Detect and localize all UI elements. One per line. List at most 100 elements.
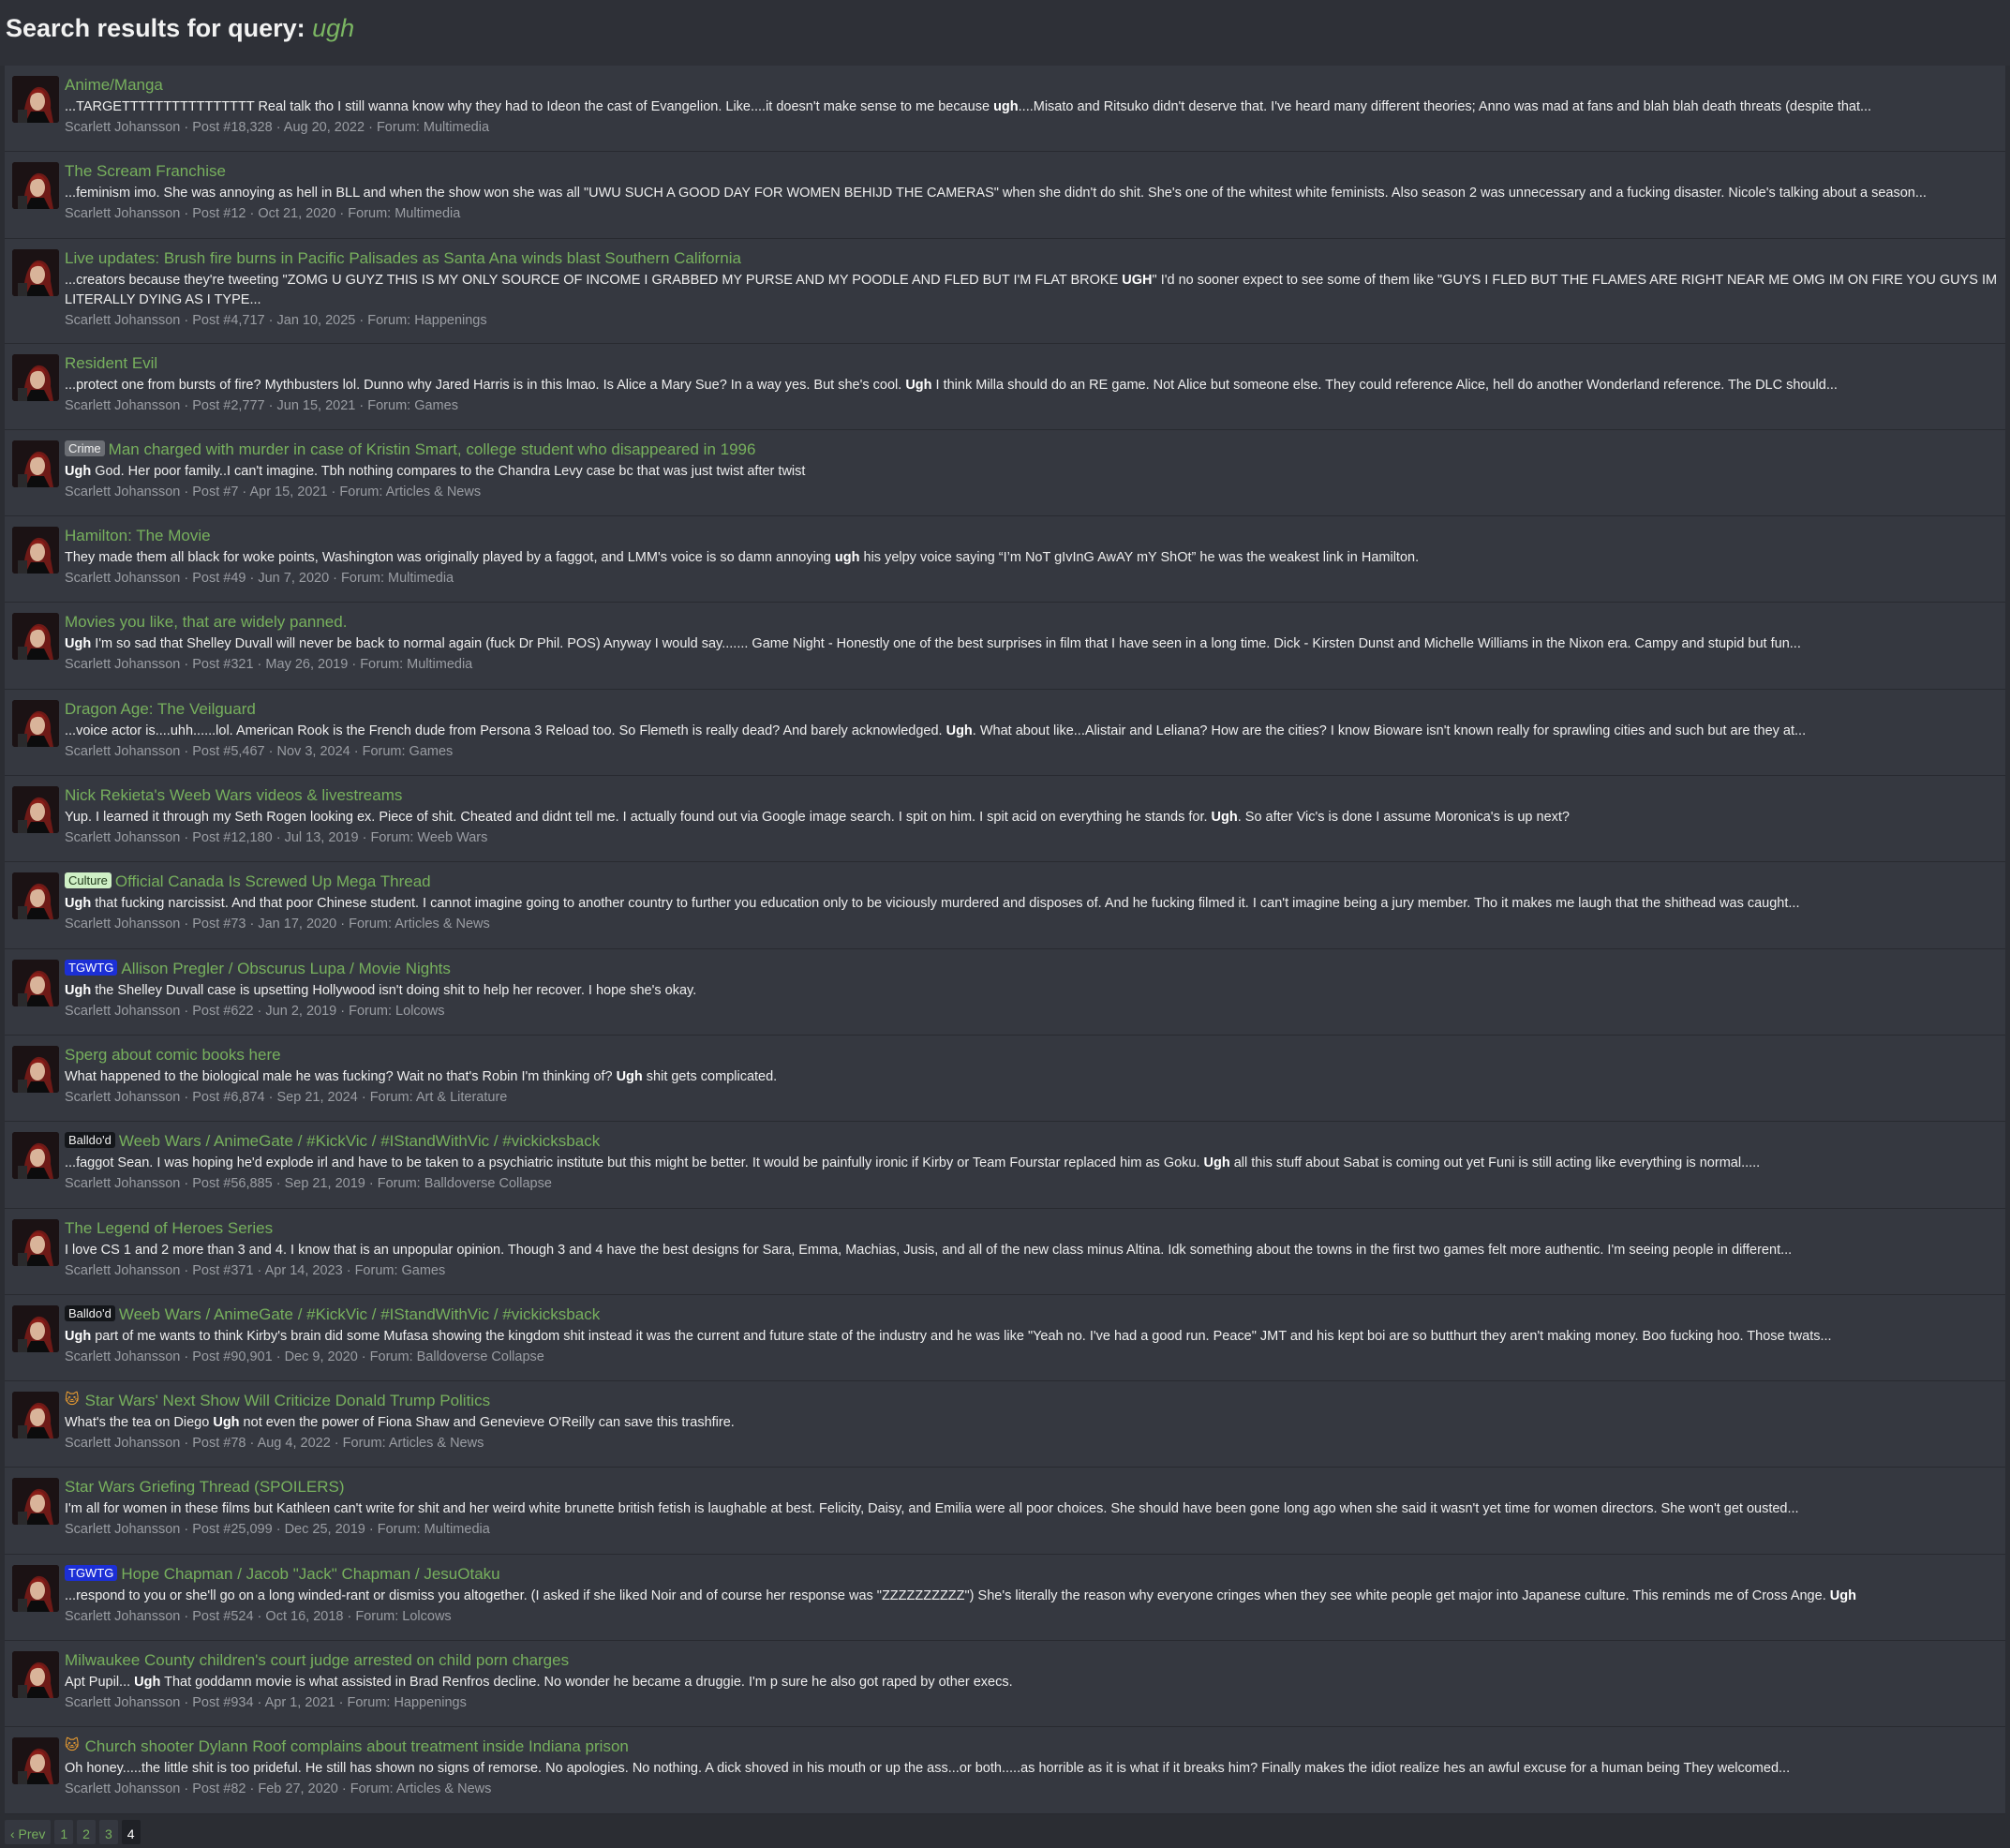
result-author-link[interactable]: Scarlett Johansson — [65, 1781, 180, 1796]
result-title-link[interactable]: Resident Evil — [65, 354, 157, 372]
result-post-number[interactable]: Post #49 — [192, 571, 246, 586]
user-avatar-icon[interactable] — [12, 1651, 59, 1699]
thread-prefix-label[interactable]: 🐱 — [65, 1392, 80, 1408]
result-date[interactable]: Jul 13, 2019 — [285, 830, 359, 845]
thread-prefix-label[interactable]: TGWTG — [65, 959, 118, 976]
result-post-number[interactable]: Post #25,099 — [192, 1522, 272, 1537]
result-post-number[interactable]: Post #622 — [192, 1004, 253, 1019]
user-avatar-icon[interactable] — [12, 613, 59, 661]
result-date[interactable]: Apr 14, 2023 — [265, 1263, 343, 1278]
result-title-link[interactable]: Star Wars Griefing Thread (SPOILERS) — [65, 1478, 345, 1496]
result-forum-link[interactable]: Forum: Games — [355, 1263, 446, 1278]
result-title-link[interactable]: Nick Rekieta's Weeb Wars videos & livest… — [65, 786, 402, 804]
user-avatar-icon[interactable] — [12, 527, 59, 574]
result-title-link[interactable]: The Scream Franchise — [65, 162, 226, 180]
result-author-link[interactable]: Scarlett Johansson — [65, 1349, 180, 1364]
result-date[interactable]: Nov 3, 2024 — [277, 744, 350, 759]
user-avatar-icon[interactable] — [12, 699, 59, 747]
result-post-number[interactable]: Post #73 — [192, 917, 246, 931]
result-forum-link[interactable]: Forum: Balldoverse Collapse — [378, 1176, 552, 1191]
page-button-2[interactable]: 2 — [77, 1819, 96, 1844]
result-title-link[interactable]: Official Canada Is Screwed Up Mega Threa… — [115, 872, 431, 890]
result-forum-link[interactable]: Forum: Multimedia — [360, 657, 472, 672]
result-title-link[interactable]: Allison Pregler / Obscurus Lupa / Movie … — [121, 960, 451, 977]
result-date[interactable]: Aug 20, 2022 — [284, 120, 365, 135]
thread-prefix-label[interactable]: TGWTG — [65, 1564, 118, 1581]
result-forum-link[interactable]: Forum: Lolcows — [349, 1004, 444, 1019]
result-forum-link[interactable]: Forum: Balldoverse Collapse — [370, 1349, 544, 1364]
result-forum-link[interactable]: Forum: Articles & News — [339, 484, 481, 499]
result-date[interactable]: Dec 25, 2019 — [285, 1522, 365, 1537]
result-date[interactable]: Jun 7, 2020 — [258, 571, 329, 586]
user-avatar-icon[interactable] — [12, 1132, 59, 1180]
result-title-link[interactable]: The Legend of Heroes Series — [65, 1219, 273, 1237]
result-post-number[interactable]: Post #90,901 — [192, 1349, 272, 1364]
result-author-link[interactable]: Scarlett Johansson — [65, 484, 180, 499]
thread-prefix-label[interactable]: Balldo'd — [65, 1132, 115, 1149]
result-date[interactable]: Jun 2, 2019 — [265, 1004, 336, 1019]
result-post-number[interactable]: Post #5,467 — [192, 744, 264, 759]
result-author-link[interactable]: Scarlett Johansson — [65, 1090, 180, 1105]
result-date[interactable]: Jun 15, 2021 — [277, 398, 356, 413]
user-avatar-icon[interactable] — [12, 1045, 59, 1093]
result-author-link[interactable]: Scarlett Johansson — [65, 830, 180, 845]
result-date[interactable]: Oct 21, 2020 — [258, 206, 335, 221]
page-button-1[interactable]: 1 — [54, 1819, 74, 1844]
result-post-number[interactable]: Post #6,874 — [192, 1090, 264, 1105]
result-author-link[interactable]: Scarlett Johansson — [65, 571, 180, 586]
result-author-link[interactable]: Scarlett Johansson — [65, 917, 180, 931]
result-post-number[interactable]: Post #934 — [192, 1695, 253, 1710]
result-post-number[interactable]: Post #4,717 — [192, 313, 264, 328]
result-date[interactable]: Oct 16, 2018 — [265, 1609, 343, 1624]
user-avatar-icon[interactable] — [12, 1478, 59, 1526]
user-avatar-icon[interactable] — [12, 1218, 59, 1266]
user-avatar-icon[interactable] — [12, 786, 59, 834]
user-avatar-icon[interactable] — [12, 76, 59, 123]
result-forum-link[interactable]: Forum: Lolcows — [355, 1609, 451, 1624]
user-avatar-icon[interactable] — [12, 248, 59, 296]
result-author-link[interactable]: Scarlett Johansson — [65, 120, 180, 135]
result-author-link[interactable]: Scarlett Johansson — [65, 1609, 180, 1624]
result-author-link[interactable]: Scarlett Johansson — [65, 657, 180, 672]
result-title-link[interactable]: Man charged with murder in case of Krist… — [109, 440, 756, 458]
user-avatar-icon[interactable] — [12, 162, 59, 210]
result-author-link[interactable]: Scarlett Johansson — [65, 1695, 180, 1710]
user-avatar-icon[interactable] — [12, 353, 59, 401]
result-title-link[interactable]: Weeb Wars / AnimeGate / #KickVic / #ISta… — [119, 1132, 600, 1150]
result-post-number[interactable]: Post #371 — [192, 1263, 253, 1278]
result-post-number[interactable]: Post #12,180 — [192, 830, 272, 845]
result-title-link[interactable]: Sperg about comic books here — [65, 1046, 281, 1064]
result-post-number[interactable]: Post #524 — [192, 1609, 253, 1624]
result-forum-link[interactable]: Forum: Games — [367, 398, 458, 413]
user-avatar-icon[interactable] — [12, 959, 59, 1006]
user-avatar-icon[interactable] — [12, 1564, 59, 1612]
result-author-link[interactable]: Scarlett Johansson — [65, 1436, 180, 1451]
result-date[interactable]: Sep 21, 2019 — [285, 1176, 365, 1191]
result-title-link[interactable]: Milwaukee County children's court judge … — [65, 1651, 569, 1669]
result-title-link[interactable]: Weeb Wars / AnimeGate / #KickVic / #ISta… — [119, 1305, 600, 1323]
result-post-number[interactable]: Post #78 — [192, 1436, 246, 1451]
result-post-number[interactable]: Post #12 — [192, 206, 246, 221]
user-avatar-icon[interactable] — [12, 1737, 59, 1785]
result-author-link[interactable]: Scarlett Johansson — [65, 1004, 180, 1019]
result-post-number[interactable]: Post #82 — [192, 1781, 246, 1796]
result-title-link[interactable]: Dragon Age: The Veilguard — [65, 700, 256, 718]
user-avatar-icon[interactable] — [12, 1304, 59, 1352]
thread-prefix-label[interactable]: Culture — [65, 872, 112, 889]
result-forum-link[interactable]: Forum: Articles & News — [350, 1781, 492, 1796]
result-forum-link[interactable]: Forum: Weeb Wars — [370, 830, 487, 845]
result-title-link[interactable]: Hope Chapman / Jacob "Jack" Chapman / Je… — [121, 1565, 499, 1583]
result-title-link[interactable]: Anime/Manga — [65, 76, 163, 94]
result-date[interactable]: May 26, 2019 — [265, 657, 348, 672]
thread-prefix-label[interactable]: 🐱 — [65, 1737, 80, 1753]
user-avatar-icon[interactable] — [12, 872, 59, 920]
result-author-link[interactable]: Scarlett Johansson — [65, 744, 180, 759]
result-author-link[interactable]: Scarlett Johansson — [65, 1263, 180, 1278]
result-post-number[interactable]: Post #321 — [192, 657, 253, 672]
result-title-link[interactable]: Church shooter Dylann Roof complains abo… — [85, 1737, 629, 1755]
result-date[interactable]: Sep 21, 2024 — [277, 1090, 358, 1105]
result-date[interactable]: Apr 1, 2021 — [265, 1695, 335, 1710]
result-title-link[interactable]: Movies you like, that are widely panned. — [65, 613, 347, 631]
result-forum-link[interactable]: Forum: Articles & News — [349, 917, 490, 931]
result-author-link[interactable]: Scarlett Johansson — [65, 313, 180, 328]
